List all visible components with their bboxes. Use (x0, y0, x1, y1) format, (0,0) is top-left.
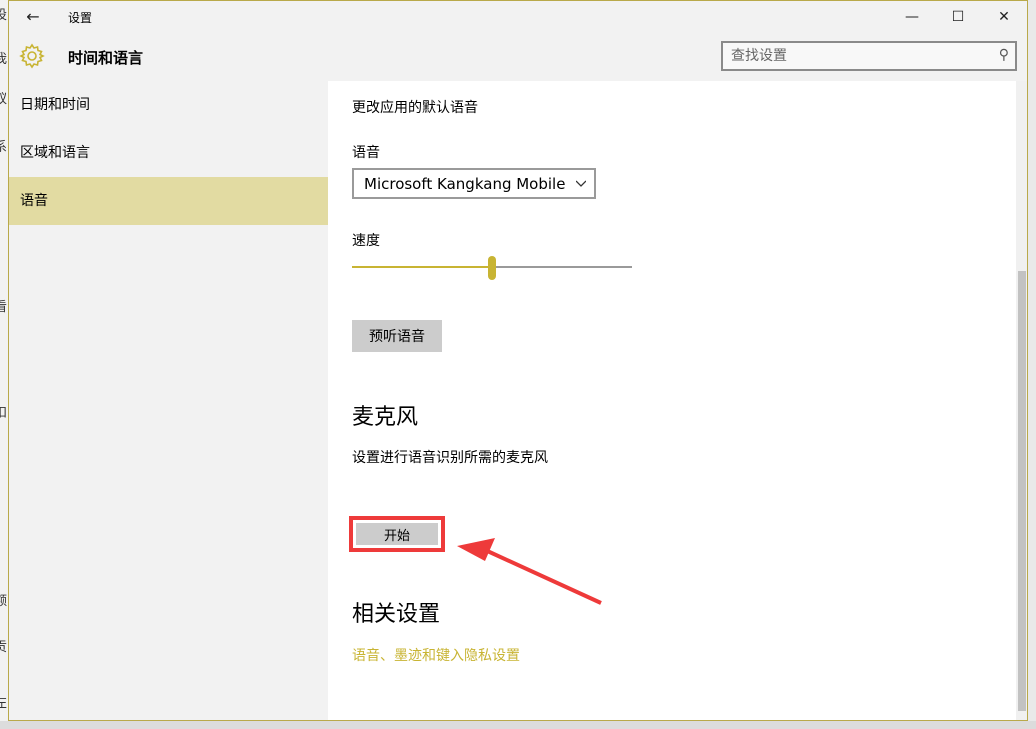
search-icon[interactable]: ⚲ (999, 47, 1009, 63)
start-button[interactable]: 开始 (356, 523, 438, 545)
voice-label: 语音 (352, 145, 380, 161)
microphone-heading: 麦克风 (352, 405, 419, 430)
speed-slider[interactable] (352, 256, 632, 280)
maximize-button[interactable]: ☐ (935, 1, 981, 33)
related-settings-heading: 相关设置 (352, 602, 441, 627)
sidebar-item-region-language[interactable]: 区域和语言 (9, 129, 328, 177)
background-taskbar-edge (0, 721, 1036, 729)
speed-label: 速度 (352, 233, 380, 249)
voice-select-value: Microsoft Kangkang Mobile (364, 175, 566, 193)
slider-track (496, 266, 632, 268)
tts-description: 更改应用的默认语音 (352, 100, 478, 116)
minimize-button[interactable]: — (889, 1, 935, 33)
sidebar-item-date-time[interactable]: 日期和时间 (9, 81, 328, 129)
scrollbar[interactable] (1016, 81, 1027, 720)
page-header: 时间和语言 ⚲ (9, 33, 1027, 81)
microphone-description: 设置进行语音识别所需的麦克风 (352, 450, 548, 466)
privacy-settings-link[interactable]: 语音、墨迹和键入隐私设置 (352, 645, 520, 665)
settings-window: ← 设置 — ☐ ✕ 时间和语言 ⚲ 日期和时间 区域和语言 语音 更改应用的默… (8, 0, 1028, 721)
back-arrow-icon: ← (26, 7, 40, 26)
search-input[interactable] (731, 46, 981, 66)
scroll-thumb[interactable] (1018, 271, 1026, 711)
voice-select[interactable]: Microsoft Kangkang Mobile (352, 168, 596, 199)
page-title: 时间和语言 (68, 49, 144, 67)
sidebar-item-speech[interactable]: 语音 (9, 177, 328, 225)
main-content: 更改应用的默认语音 语音 Microsoft Kangkang Mobile 速… (328, 81, 1016, 720)
close-icon: ✕ (998, 9, 1010, 25)
title-bar: ← 设置 — ☐ ✕ (9, 1, 1027, 33)
sidebar: 日期和时间 区域和语言 语音 (9, 81, 328, 720)
chevron-down-icon (576, 180, 586, 187)
window-title: 设置 (68, 11, 93, 25)
gear-icon (19, 43, 45, 69)
search-box[interactable]: ⚲ (721, 41, 1017, 71)
slider-fill (352, 266, 488, 268)
preview-voice-button[interactable]: 预听语音 (352, 320, 442, 352)
slider-thumb[interactable] (488, 256, 496, 280)
back-button[interactable]: ← (19, 6, 47, 28)
maximize-icon: ☐ (951, 9, 965, 25)
close-button[interactable]: ✕ (981, 1, 1027, 33)
minimize-icon: — (905, 9, 919, 25)
highlight-box: 开始 (349, 516, 445, 552)
